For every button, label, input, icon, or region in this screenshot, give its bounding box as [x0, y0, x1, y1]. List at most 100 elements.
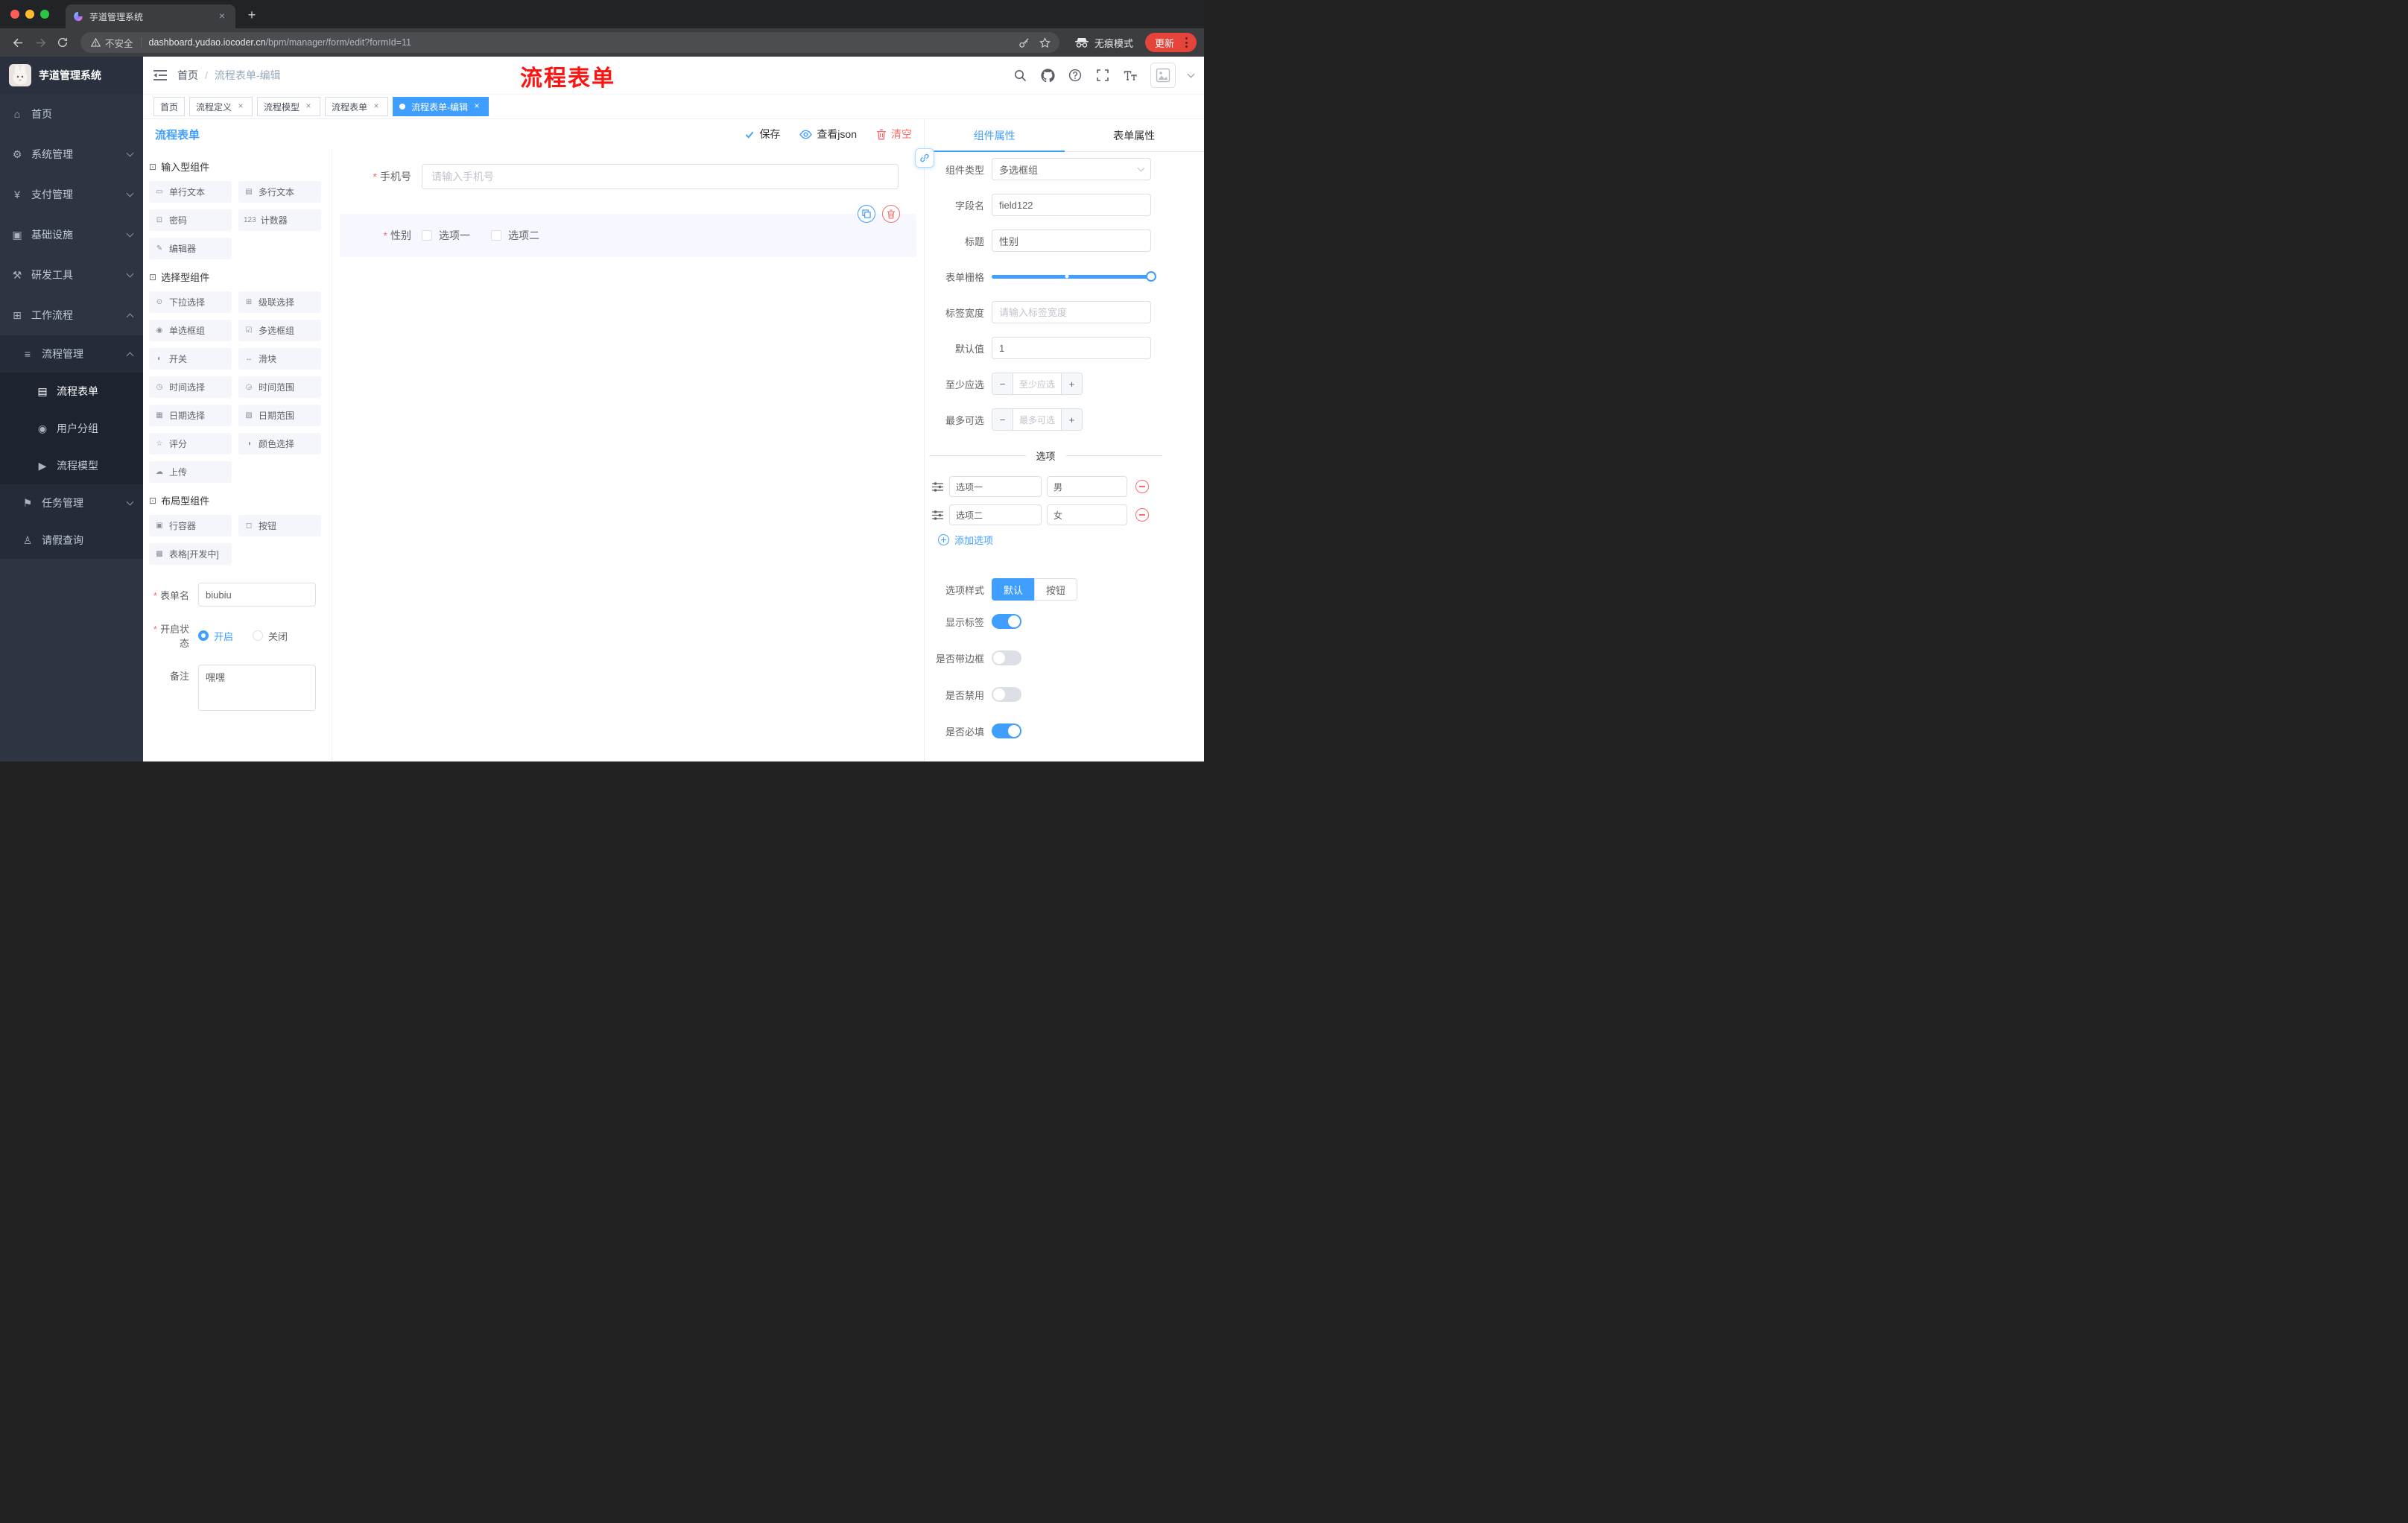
tag-width-input[interactable] [992, 301, 1151, 323]
update-button[interactable]: 更新 [1144, 33, 1197, 52]
sidebar-item-home[interactable]: ⌂ 首页 [0, 94, 143, 134]
form-canvas[interactable]: 手机号 性别 选项一 选项二 [332, 149, 924, 762]
drag-handle-icon[interactable] [932, 481, 944, 492]
fullscreen-icon[interactable] [1095, 68, 1110, 83]
status-radio-off[interactable]: 关闭 [253, 629, 288, 643]
sidebar-item-task-mgmt[interactable]: ⚑ 任务管理 [0, 484, 143, 522]
tab-component-props[interactable]: 组件属性 [925, 119, 1065, 152]
tag-close-icon[interactable] [472, 101, 482, 112]
increase-button[interactable] [1061, 409, 1082, 430]
github-icon[interactable] [1040, 68, 1055, 83]
tag-process-model[interactable]: 流程模型 [257, 97, 321, 116]
component-radio-group[interactable]: ◉ 单选框组 [149, 320, 232, 341]
sidebar-item-user-group[interactable]: ◉ 用户分组 [0, 410, 143, 447]
canvas-field-gender-selected[interactable]: 性别 选项一 选项二 [340, 205, 916, 257]
sidebar-item-system-mgmt[interactable]: ⚙ 系统管理 [0, 134, 143, 174]
font-size-icon[interactable] [1123, 68, 1138, 83]
component-rate[interactable]: ☆ 评分 [149, 433, 232, 455]
component-table[interactable]: ▩ 表格[开发中] [149, 543, 232, 565]
close-window-button[interactable] [10, 10, 19, 19]
view-json-button[interactable]: 查看json [799, 127, 857, 142]
checkbox-option-1[interactable]: 选项一 [422, 228, 470, 243]
address-bar[interactable]: 不安全 dashboard.yudao.iocoder.cn/bpm/manag… [80, 32, 1059, 53]
search-icon[interactable] [1013, 68, 1027, 83]
tag-close-icon[interactable] [235, 101, 246, 112]
clear-button[interactable]: 清空 [876, 127, 912, 142]
component-row-container[interactable]: ▣ 行容器 [149, 515, 232, 536]
tag-process-form-edit[interactable]: 流程表单-编辑 [393, 97, 489, 116]
slider-track[interactable] [992, 271, 1156, 282]
help-icon[interactable] [1068, 68, 1083, 83]
sidebar-logo[interactable]: 芋道管理系统 [0, 57, 143, 94]
component-date-range[interactable]: ▧ 日期范围 [238, 405, 321, 426]
component-slider[interactable]: ↔ 滑块 [238, 348, 321, 370]
option-value-input[interactable] [1047, 504, 1127, 525]
component-counter[interactable]: 123 计数器 [238, 209, 321, 231]
sidebar-item-leave-query[interactable]: ♙ 请假查询 [0, 522, 143, 559]
browser-tab[interactable]: 芋道管理系统 [66, 4, 235, 28]
bookmark-star-icon[interactable] [1036, 33, 1055, 52]
tag-close-icon[interactable] [371, 101, 381, 112]
sidebar-item-dev-tools[interactable]: ⚒ 研发工具 [0, 255, 143, 295]
tag-home[interactable]: 首页 [153, 97, 186, 116]
stepper-placeholder[interactable]: 至少应选 [1013, 373, 1061, 394]
status-radio-on[interactable]: 开启 [198, 629, 233, 643]
tag-process-form[interactable]: 流程表单 [325, 97, 389, 116]
component-type-select[interactable]: 多选框组 [992, 158, 1151, 180]
default-value-input[interactable] [992, 337, 1151, 359]
component-checkbox-group[interactable]: ☑ 多选框组 [238, 320, 321, 341]
max-select-stepper[interactable]: 最多可选 [992, 408, 1083, 431]
component-cascader[interactable]: ⊞ 级联选择 [238, 291, 321, 313]
component-select[interactable]: ⊙ 下拉选择 [149, 291, 232, 313]
link-icon[interactable] [915, 148, 934, 168]
component-multi-line-text[interactable]: ▤ 多行文本 [238, 181, 321, 203]
sidebar-item-process-form[interactable]: ▤ 流程表单 [0, 373, 143, 410]
browser-menu-icon[interactable] [1179, 37, 1193, 48]
required-toggle[interactable] [992, 723, 1021, 738]
field-name-input[interactable] [992, 194, 1151, 216]
decrease-button[interactable] [992, 373, 1013, 394]
title-input[interactable] [992, 229, 1151, 252]
component-time-picker[interactable]: ◷ 时间选择 [149, 376, 232, 398]
new-tab-button[interactable] [241, 4, 262, 25]
option-style-default-button[interactable]: 默认 [992, 578, 1035, 601]
tab-form-props[interactable]: 表单属性 [1065, 119, 1205, 151]
component-button[interactable]: ◻ 按钮 [238, 515, 321, 536]
save-button[interactable]: 保存 [744, 127, 780, 142]
sidebar-item-process-model[interactable]: ▶ 流程模型 [0, 447, 143, 484]
component-single-line-text[interactable]: ▭ 单行文本 [149, 181, 232, 203]
add-option-button[interactable]: 添加选项 [938, 533, 1192, 547]
avatar[interactable] [1150, 63, 1176, 88]
remove-option-icon[interactable] [1135, 480, 1149, 493]
sidebar-item-process-mgmt[interactable]: ≡ 流程管理 [0, 335, 143, 373]
minimize-window-button[interactable] [25, 10, 34, 19]
decrease-button[interactable] [992, 409, 1013, 430]
sidebar-item-infrastructure[interactable]: ▣ 基础设施 [0, 215, 143, 255]
form-remark-textarea[interactable]: 嘿嘿 [198, 665, 316, 711]
back-button[interactable] [7, 32, 28, 53]
component-switch[interactable]: ◐ 开关 [149, 348, 232, 370]
reload-button[interactable] [52, 32, 73, 53]
remove-option-icon[interactable] [1135, 508, 1149, 522]
password-key-icon[interactable] [1015, 33, 1034, 52]
component-date-picker[interactable]: ▦ 日期选择 [149, 405, 232, 426]
option-label-input[interactable] [949, 476, 1042, 497]
component-editor[interactable]: ✎ 编辑器 [149, 238, 232, 259]
delete-field-button[interactable] [882, 205, 900, 223]
tab-close-icon[interactable] [216, 10, 228, 22]
min-select-stepper[interactable]: 至少应选 [992, 373, 1083, 395]
border-toggle[interactable] [992, 650, 1021, 665]
sidebar-item-payment-mgmt[interactable]: ¥ 支付管理 [0, 174, 143, 215]
increase-button[interactable] [1061, 373, 1082, 394]
option-value-input[interactable] [1047, 476, 1127, 497]
drag-handle-icon[interactable] [932, 510, 944, 520]
form-name-input[interactable] [198, 583, 316, 607]
tag-close-icon[interactable] [303, 101, 314, 112]
sidebar-item-workflow[interactable]: ⊞ 工作流程 [0, 295, 143, 335]
component-color-picker[interactable]: ◑ 颜色选择 [238, 433, 321, 455]
zoom-window-button[interactable] [40, 10, 49, 19]
slider-handle[interactable] [1146, 271, 1156, 282]
option-style-button-button[interactable]: 按钮 [1034, 578, 1078, 601]
show-label-toggle[interactable] [992, 614, 1021, 629]
stepper-placeholder[interactable]: 最多可选 [1013, 409, 1061, 430]
